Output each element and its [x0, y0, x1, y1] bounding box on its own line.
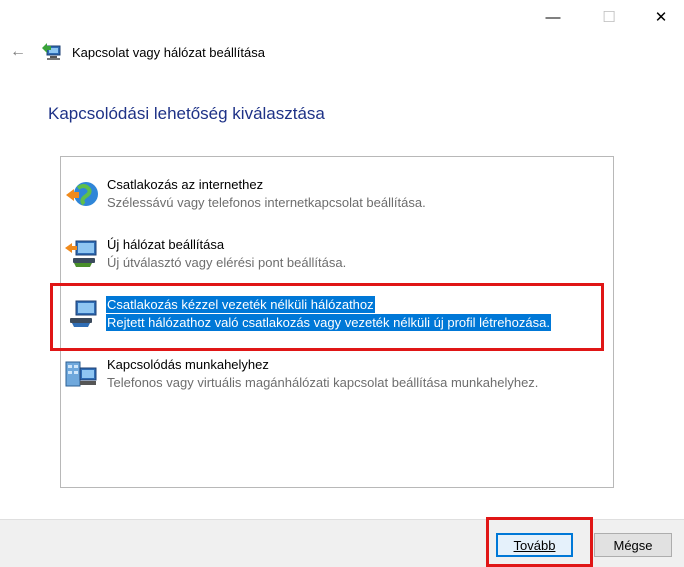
cancel-button-label: Mégse [613, 537, 653, 553]
maximize-icon: ☐ [602, 9, 616, 26]
option-title: Kapcsolódás munkahelyhez [107, 357, 269, 372]
workplace-icon [65, 361, 97, 387]
back-arrow-icon: ← [10, 43, 26, 60]
option-workplace[interactable]: Kapcsolódás munkahelyhez Telefonos vagy … [64, 354, 604, 394]
wizard-title: Kapcsolat vagy hálózat beállítása [72, 45, 265, 60]
button-bar [0, 519, 684, 567]
next-button-label: Tovább [513, 537, 556, 553]
minimize-button[interactable]: — [530, 0, 576, 34]
page-title: Kapcsolódási lehetőség kiválasztása [48, 104, 325, 123]
maximize-button[interactable]: ☐ [586, 0, 632, 34]
back-button[interactable]: ← [6, 40, 30, 64]
globe-connect-icon [66, 182, 98, 206]
option-manual-wireless[interactable]: Csatlakozás kézzel vezeték nélküli hálóz… [64, 294, 604, 334]
minimize-icon: — [545, 8, 561, 26]
option-description: Telefonos vagy virtuális magánhálózati k… [107, 375, 539, 390]
option-description: Rejtett hálózathoz való csatlakozás vagy… [106, 314, 551, 331]
close-button[interactable]: ✕ [638, 0, 684, 34]
wireless-manual-icon [70, 300, 97, 327]
next-button[interactable]: Tovább [496, 533, 573, 557]
connection-options-list: Csatlakozás az internethez Szélessávú va… [60, 156, 614, 488]
option-title: Új hálózat beállítása [107, 237, 225, 252]
option-description: Új útválasztó vagy elérési pont beállítá… [107, 255, 347, 270]
option-description: Szélessávú vagy telefonos internetkapcso… [107, 195, 426, 210]
cancel-button[interactable]: Mégse [594, 533, 672, 557]
option-connect-internet[interactable]: Csatlakozás az internethez Szélessávú va… [64, 174, 604, 214]
option-title: Csatlakozás az internethez [107, 177, 264, 192]
option-title: Csatlakozás kézzel vezeték nélküli hálóz… [106, 296, 375, 313]
close-icon: ✕ [654, 9, 668, 26]
network-setup-icon [65, 240, 97, 267]
option-new-network[interactable]: Új hálózat beállítása Új útválasztó vagy… [64, 234, 604, 274]
network-wizard-icon [42, 43, 61, 60]
